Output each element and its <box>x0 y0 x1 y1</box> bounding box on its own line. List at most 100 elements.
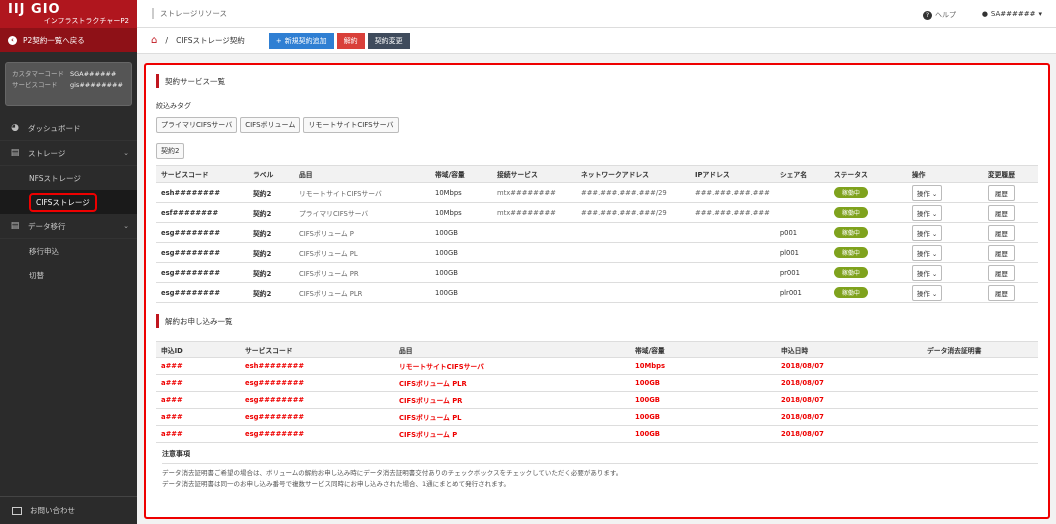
cell-network-address <box>576 262 690 283</box>
tag-contract2[interactable]: 契約2 <box>156 143 185 159</box>
history-button[interactable]: 履歴 <box>987 204 1015 221</box>
col-application-id: 申込ID <box>156 341 240 358</box>
table-row: esg######## 契約2 CIFSボリューム PL 100GB pl001 稼働中 操… <box>156 242 1038 263</box>
cell-ip-address: ###.###.###.### <box>690 182 775 203</box>
sidebar-item-cifs-storage[interactable]: CIFSストレージ <box>0 190 137 214</box>
cell-operation: 操作 ⌄ <box>906 262 983 283</box>
cell-label: 契約2 <box>248 262 294 283</box>
cell-share-name: plr001 <box>774 282 829 303</box>
history-button[interactable]: 履歴 <box>987 264 1015 281</box>
cell-data-erasure-cert <box>922 408 1038 426</box>
main-panel: 契約サービス一覧 絞込みタグ プライマリCIFSサーバ CIFSボリューム リモ… <box>144 63 1050 519</box>
cell-label: 契約2 <box>248 222 294 243</box>
table-header-row: 申込ID サービスコード 品目 帯域/容量 申込日時 データ消去証明書 <box>156 341 1038 358</box>
chevron-down-icon: ⌄ <box>929 189 938 198</box>
operation-dropdown[interactable]: 操作 ⌄ <box>911 204 943 221</box>
cell-bandwidth: 100GB <box>630 391 776 409</box>
home-icon[interactable]: ⌂ <box>151 35 157 46</box>
cell-item: CIFSボリューム PL <box>394 408 630 426</box>
cell-item: CIFSボリューム P <box>294 222 430 243</box>
table-row: a### esg######## CIFSボリューム P 100GB 2018/08/0… <box>156 425 1038 443</box>
notes-divider <box>162 463 1038 464</box>
dashboard-icon: ◕ <box>11 123 19 133</box>
operation-dropdown[interactable]: 操作 ⌄ <box>911 264 943 281</box>
sidebar-item-migration-apply[interactable]: 移行申込 <box>0 239 137 263</box>
chevron-down-icon: ⌄ <box>123 149 129 157</box>
section-marker <box>156 74 159 88</box>
cell-application-id: a### <box>156 408 240 426</box>
operation-label: 操作 <box>916 249 930 258</box>
history-button[interactable]: 履歴 <box>987 224 1015 241</box>
sidebar-item-storage[interactable]: ▤ ストレージ ⌄ <box>0 141 137 166</box>
cell-status: 稼働中 <box>828 282 907 303</box>
cell-connection <box>492 222 576 243</box>
sidebar-item-switch[interactable]: 切替 <box>0 263 137 287</box>
cell-item: CIFSボリューム PLR <box>294 282 430 303</box>
help-link[interactable]: ? ヘルプ <box>923 10 956 20</box>
cell-connection <box>492 282 576 303</box>
table-row: esg######## 契約2 CIFSボリューム PR 100GB pr001 稼働中 操… <box>156 262 1038 283</box>
sidebar-item-dashboard[interactable]: ◕ ダッシュボード <box>0 116 137 141</box>
cell-connection: mtx######## <box>492 202 576 223</box>
cell-service-code: esh######## <box>156 182 248 203</box>
tag-remote-site-cifs-server[interactable]: リモートサイトCIFSサーバ <box>303 117 399 133</box>
cell-service-code: esg######## <box>240 374 394 392</box>
cell-operation: 操作 ⌄ <box>906 242 983 263</box>
col-bandwidth: 帯域/容量 <box>630 341 776 358</box>
top-bar: ストレージリソース ? ヘルプ ● SA###### ▾ <box>137 0 1056 28</box>
table-row: esg######## 契約2 CIFSボリューム P 100GB p001 稼働中 操作 … <box>156 222 1038 243</box>
cell-data-erasure-cert <box>922 425 1038 443</box>
section-marker <box>156 314 159 328</box>
contracts-section-title: 契約サービス一覧 <box>156 73 1038 89</box>
arrow-left-circle-icon: ‹ <box>8 35 17 45</box>
operation-label: 操作 <box>916 209 930 218</box>
caret-down-icon: ▾ <box>1038 10 1042 18</box>
back-to-contracts-link[interactable]: ‹ P2契約一覧へ戻る <box>0 28 137 52</box>
cell-application-date: 2018/08/07 <box>776 357 922 375</box>
contact-label: お問い合わせ <box>30 506 75 515</box>
operation-dropdown[interactable]: 操作 ⌄ <box>911 284 943 301</box>
status-badge: 稼働中 <box>833 227 868 238</box>
operation-dropdown[interactable]: 操作 ⌄ <box>911 184 943 201</box>
contact-link[interactable]: お問い合わせ <box>0 496 137 524</box>
cell-service-code: esg######## <box>156 262 248 283</box>
cell-item: CIFSボリューム PR <box>394 391 630 409</box>
cell-application-date: 2018/08/07 <box>776 391 922 409</box>
cell-item: CIFSボリューム P <box>394 425 630 443</box>
operation-dropdown[interactable]: 操作 ⌄ <box>911 224 943 241</box>
sidebar-item-data-migration[interactable]: ▤ データ移行 ⌄ <box>0 214 137 239</box>
history-button[interactable]: 履歴 <box>987 244 1015 261</box>
cell-data-erasure-cert <box>922 391 1038 409</box>
add-contract-button[interactable]: + 新規契約追加 <box>268 32 334 49</box>
tag-primary-cifs-server[interactable]: プライマリCIFSサーバ <box>156 117 238 133</box>
notes-title: 注意事項 <box>162 450 190 458</box>
history-button[interactable]: 履歴 <box>987 184 1015 201</box>
cell-service-code: esg######## <box>156 222 248 243</box>
history-button[interactable]: 履歴 <box>987 284 1015 301</box>
col-item: 品目 <box>294 165 430 183</box>
tag-cifs-volume[interactable]: CIFSボリューム <box>240 117 301 133</box>
filter-tags-label: 絞込みタグ <box>156 102 191 110</box>
add-contract-label: 新規契約追加 <box>284 36 327 45</box>
sidebar-item-label: ストレージ <box>28 148 66 158</box>
back-link-label: P2契約一覧へ戻る <box>23 35 85 45</box>
section-title: ストレージリソース <box>152 8 227 19</box>
cell-bandwidth: 10Mbps <box>430 182 492 203</box>
cell-ip-address <box>690 262 775 283</box>
table-row: a### esh######## リモートサイトCIFSサーバ 10Mbps 2018/… <box>156 357 1038 375</box>
operation-dropdown[interactable]: 操作 ⌄ <box>911 244 943 261</box>
sidebar-item-nfs-storage[interactable]: NFSストレージ <box>0 166 137 190</box>
col-data-erasure-cert: データ消去証明書 <box>922 341 1038 358</box>
table-row: esg######## 契約2 CIFSボリューム PLR 100GB plr001 稼働… <box>156 282 1038 303</box>
cell-bandwidth: 100GB <box>630 374 776 392</box>
table-row: a### esg######## CIFSボリューム PL 100GB 2018/08/… <box>156 408 1038 426</box>
cancel-contract-button[interactable]: 解約 <box>336 32 365 49</box>
cell-item: リモートサイトCIFSサーバ <box>394 357 630 375</box>
change-contract-button[interactable]: 契約変更 <box>367 32 410 49</box>
sidebar-item-label: 移行申込 <box>29 246 59 256</box>
status-badge: 稼働中 <box>833 207 868 218</box>
user-menu[interactable]: ● SA###### ▾ <box>982 10 1042 18</box>
sidebar: IIJ GIO インフラストラクチャーP2 ‹ P2契約一覧へ戻る カスタマーコ… <box>0 0 137 524</box>
logo[interactable]: IIJ GIO インフラストラクチャーP2 <box>0 0 137 28</box>
breadcrumb-separator: / <box>165 36 169 45</box>
